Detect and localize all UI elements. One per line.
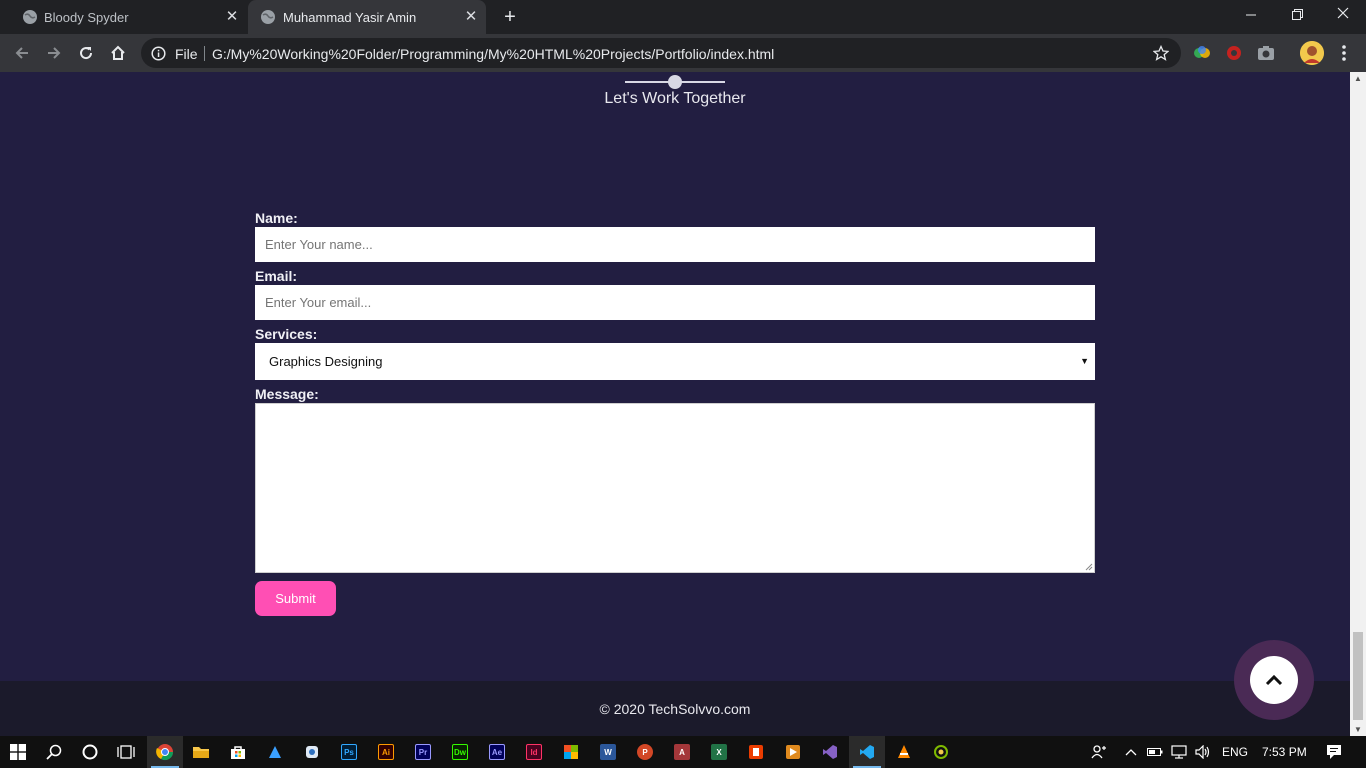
- reload-icon[interactable]: [75, 42, 97, 64]
- name-field[interactable]: [255, 227, 1095, 262]
- services-selected-value: Graphics Designing: [269, 354, 383, 369]
- scheme-label: File: [175, 46, 198, 62]
- forward-icon[interactable]: [43, 42, 65, 64]
- indesign-icon[interactable]: Id: [516, 736, 552, 768]
- extension-red-icon[interactable]: [1225, 44, 1243, 62]
- message-label: Message:: [255, 386, 319, 402]
- section-divider-dot: [668, 75, 682, 89]
- volume-icon[interactable]: [1190, 736, 1216, 768]
- globe-icon: [22, 9, 38, 25]
- restore-icon[interactable]: [1274, 4, 1320, 28]
- name-label: Name:: [255, 210, 298, 226]
- url-text[interactable]: G:/My%20Working%20Folder/Programming/My%…: [212, 46, 774, 62]
- windows-taskbar: Ps Ai Pr Dw Ae Id W P A X ENG 7:53 PM: [0, 736, 1366, 768]
- office-app-icon[interactable]: [738, 736, 774, 768]
- store-icon[interactable]: [220, 736, 256, 768]
- tab-bloody-spyder[interactable]: Bloody Spyder ✕: [8, 0, 248, 34]
- powerpoint-icon[interactable]: P: [627, 736, 663, 768]
- network-icon[interactable]: [1166, 736, 1192, 768]
- premiere-icon[interactable]: Pr: [405, 736, 441, 768]
- divider: [204, 46, 205, 61]
- chevron-up-icon[interactable]: [1117, 736, 1145, 768]
- tab-title: Bloody Spyder: [44, 9, 129, 25]
- chevron-up-icon: [1265, 674, 1283, 686]
- access-icon[interactable]: A: [664, 736, 700, 768]
- globe-icon: [260, 9, 276, 25]
- illustrator-icon[interactable]: Ai: [368, 736, 404, 768]
- avatar[interactable]: [1300, 41, 1324, 65]
- scrollbar-thumb[interactable]: [1353, 632, 1363, 720]
- excel-icon[interactable]: X: [701, 736, 737, 768]
- footer-copyright: © 2020 TechSolvvo.com: [599, 701, 751, 717]
- scroll-to-top-inner: [1250, 656, 1298, 704]
- cortana-icon[interactable]: [72, 736, 108, 768]
- services-select[interactable]: Graphics Designing ▼: [255, 343, 1095, 380]
- submit-button[interactable]: Submit: [255, 581, 336, 616]
- page-viewport: Let's Work Together Name: Email: Service…: [0, 72, 1350, 736]
- notifications-icon[interactable]: [1316, 736, 1352, 768]
- extension-camera-icon[interactable]: [1257, 44, 1275, 62]
- close-window-icon[interactable]: [1320, 4, 1366, 28]
- color-app-icon[interactable]: [553, 736, 589, 768]
- dropdown-arrow-icon: ▼: [1080, 356, 1089, 366]
- visual-studio-icon[interactable]: [812, 736, 848, 768]
- services-label: Services:: [255, 326, 318, 342]
- people-icon[interactable]: [1084, 736, 1114, 768]
- windows-start-icon[interactable]: [0, 736, 36, 768]
- message-textarea[interactable]: [255, 403, 1095, 573]
- scroll-to-top-button[interactable]: [1234, 640, 1314, 720]
- email-field[interactable]: [255, 285, 1095, 320]
- search-icon[interactable]: [36, 736, 72, 768]
- close-tab-icon[interactable]: ✕: [464, 9, 478, 24]
- clock[interactable]: 7:53 PM: [1262, 745, 1307, 759]
- misc-app-icon[interactable]: [923, 736, 959, 768]
- battery-icon[interactable]: [1142, 736, 1168, 768]
- app-blue-icon[interactable]: [257, 736, 293, 768]
- file-explorer-icon[interactable]: [183, 736, 219, 768]
- close-tab-icon[interactable]: ✕: [225, 9, 239, 24]
- info-icon[interactable]: [151, 46, 166, 66]
- dreamweaver-icon[interactable]: Dw: [442, 736, 478, 768]
- resize-grip-icon[interactable]: [1085, 563, 1093, 571]
- tab-muhammad-yasir-amin[interactable]: Muhammad Yasir Amin ✕: [248, 0, 486, 34]
- tab-title: Muhammad Yasir Amin: [283, 9, 417, 25]
- media-app-icon[interactable]: [775, 736, 811, 768]
- after-effects-icon[interactable]: Ae: [479, 736, 515, 768]
- new-tab-icon[interactable]: +: [500, 6, 520, 28]
- scroll-down-arrow-icon[interactable]: ▼: [1354, 725, 1362, 734]
- chrome-taskbar-icon[interactable]: [147, 736, 183, 768]
- language-indicator[interactable]: ENG: [1222, 745, 1248, 759]
- home-icon[interactable]: [107, 42, 129, 64]
- page-scrollbar[interactable]: ▲ ▼: [1350, 72, 1366, 736]
- browser-toolbar: File G:/My%20Working%20Folder/Programmin…: [0, 34, 1366, 72]
- extension-colorful-icon[interactable]: [1193, 44, 1211, 62]
- star-icon[interactable]: [1152, 44, 1170, 66]
- photoshop-icon[interactable]: Ps: [331, 736, 367, 768]
- scroll-up-arrow-icon[interactable]: ▲: [1354, 74, 1362, 83]
- email-label: Email:: [255, 268, 298, 284]
- word-icon[interactable]: W: [590, 736, 626, 768]
- app-white-icon[interactable]: [294, 736, 330, 768]
- address-bar[interactable]: File G:/My%20Working%20Folder/Programmin…: [141, 38, 1181, 68]
- minimize-icon[interactable]: [1228, 4, 1274, 28]
- vlc-icon[interactable]: [886, 736, 922, 768]
- task-view-icon[interactable]: [108, 736, 144, 768]
- menu-dots-icon[interactable]: [1337, 43, 1351, 63]
- footer: © 2020 TechSolvvo.com: [0, 681, 1350, 736]
- vscode-icon[interactable]: [849, 736, 885, 768]
- page-title: Let's Work Together: [604, 90, 746, 107]
- browser-tab-strip: Bloody Spyder ✕ Muhammad Yasir Amin ✕ +: [0, 0, 1366, 34]
- back-icon[interactable]: [11, 42, 33, 64]
